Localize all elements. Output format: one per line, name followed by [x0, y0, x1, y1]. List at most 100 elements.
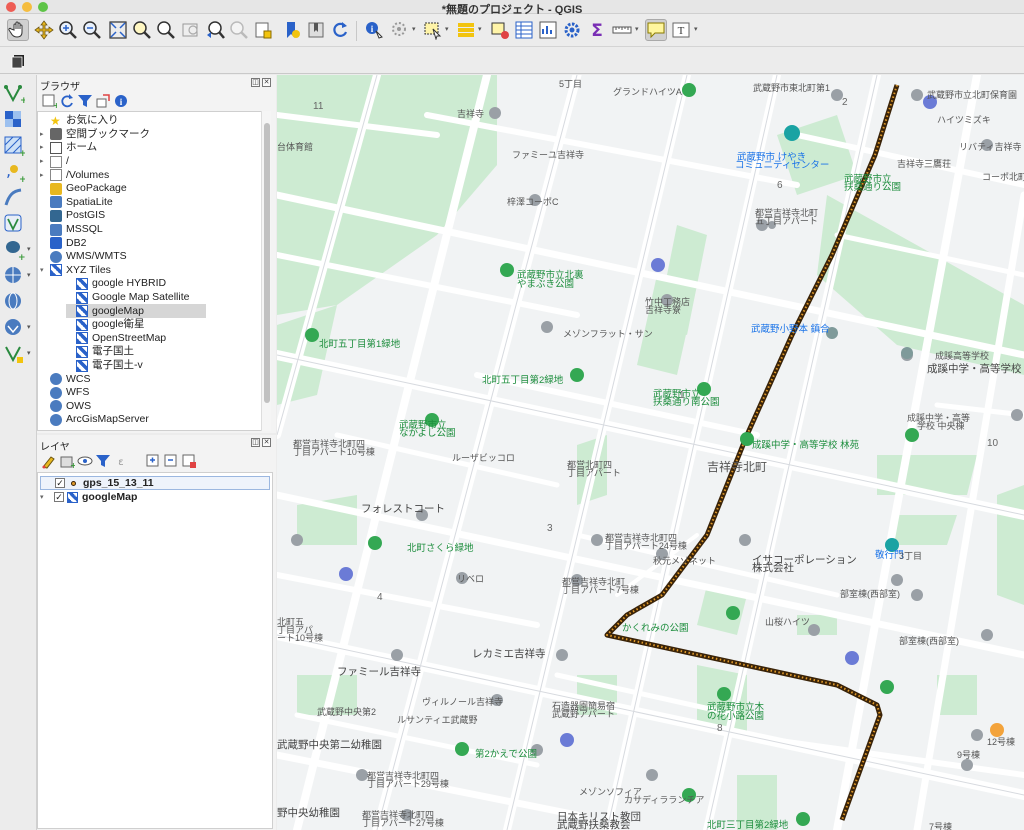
- browser-item[interactable]: ▸ /: [40, 155, 69, 169]
- browser-item[interactable]: OpenStreetMap: [66, 332, 166, 346]
- manage-visibility-icon[interactable]: [77, 453, 93, 469]
- refresh-icon[interactable]: [59, 93, 75, 109]
- browser-scrollbar[interactable]: [261, 111, 271, 431]
- map-tips-icon[interactable]: [645, 19, 667, 41]
- expand-arrow-icon[interactable]: ▸: [40, 141, 50, 154]
- browser-item-label: お気に入り: [66, 114, 119, 127]
- expand-arrow-icon[interactable]: ▸: [40, 128, 50, 141]
- browser-item[interactable]: Google Map Satellite: [66, 291, 189, 305]
- browser-item[interactable]: MSSQL: [40, 223, 103, 237]
- browser-item[interactable]: WFS: [40, 386, 89, 400]
- browser-item[interactable]: OWS: [40, 400, 91, 414]
- add-wcs-icon[interactable]: [3, 317, 25, 339]
- map-label: 部室棟(西部室): [899, 636, 959, 646]
- pan-to-selection-icon[interactable]: [33, 19, 55, 41]
- browser-item[interactable]: GeoPackage: [40, 182, 127, 196]
- expand-arrow-icon[interactable]: ▾: [40, 493, 52, 501]
- measure-icon[interactable]: [611, 19, 633, 41]
- select-features-icon[interactable]: [422, 19, 444, 41]
- browser-item-label: OWS: [66, 399, 92, 412]
- attribute-select-icon[interactable]: [455, 19, 477, 41]
- processing-gear-icon[interactable]: [561, 19, 583, 41]
- refresh-icon[interactable]: [329, 19, 351, 41]
- collapse-all-icon[interactable]: [163, 453, 179, 469]
- layer-item[interactable]: ✓ gps_15_13_11: [40, 476, 270, 490]
- add-selected-layers-icon[interactable]: +: [41, 93, 60, 110]
- add-wfs-icon[interactable]: [3, 291, 25, 313]
- browser-item[interactable]: google HYBRID: [66, 277, 166, 291]
- map-label: 五丁目アパート: [755, 216, 818, 226]
- browser-item[interactable]: 電子国土-v: [66, 359, 143, 373]
- close-panel-button[interactable]: ✕: [262, 78, 271, 87]
- layer-visibility-checkbox[interactable]: ✓: [54, 492, 64, 502]
- float-panel-button[interactable]: ◫: [251, 438, 260, 447]
- zoom-to-selection-icon[interactable]: [131, 19, 153, 41]
- map-label: 吉祥寺: [457, 109, 485, 119]
- zoom-to-layer-icon[interactable]: [155, 19, 177, 41]
- new-shapefile-icon[interactable]: [3, 343, 25, 365]
- zoom-next-icon[interactable]: [228, 19, 250, 41]
- show-bookmarks-icon[interactable]: [281, 19, 303, 41]
- text-annotation-icon[interactable]: T: [670, 19, 692, 41]
- browser-item[interactable]: ArcGisMapServer: [40, 413, 149, 427]
- add-delimited-text-icon[interactable]: , +: [3, 161, 27, 185]
- filter-expression-icon[interactable]: ε: [113, 453, 129, 469]
- browser-item[interactable]: ▸ /Volumes: [40, 168, 109, 182]
- zoom-native-icon[interactable]: [180, 19, 202, 41]
- bookmark-manager-icon[interactable]: [305, 19, 327, 41]
- add-spatialite-icon[interactable]: [3, 213, 25, 235]
- add-vector-layer-icon[interactable]: +: [3, 83, 28, 106]
- browser-item[interactable]: DB2: [40, 236, 86, 250]
- field-calculator-icon[interactable]: [537, 19, 559, 41]
- layer-visibility-checkbox[interactable]: ✓: [55, 478, 65, 488]
- expand-arrow-icon[interactable]: ▸: [40, 155, 50, 168]
- map-label: ヴィルノール吉祥寺: [422, 697, 504, 707]
- deselect-icon[interactable]: [489, 19, 511, 41]
- actions-icon[interactable]: [389, 19, 411, 41]
- browser-item[interactable]: ★ お気に入り: [40, 114, 119, 128]
- add-mesh-layer-icon[interactable]: +: [3, 135, 27, 159]
- collapse-all-icon[interactable]: [95, 93, 111, 109]
- remove-layer-icon[interactable]: [181, 453, 197, 469]
- browser-item[interactable]: PostGIS: [40, 209, 105, 223]
- close-panel-button[interactable]: ✕: [262, 438, 271, 447]
- zoom-full-icon[interactable]: [107, 19, 129, 41]
- statistics-sigma-icon[interactable]: Σ: [586, 19, 608, 41]
- browser-item[interactable]: ▾ XYZ Tiles: [40, 264, 111, 278]
- add-postgis-icon[interactable]: +: [3, 239, 26, 263]
- svg-text:+: +: [70, 461, 75, 469]
- new-bookmark-icon[interactable]: [252, 19, 274, 41]
- style-manager-icon[interactable]: [8, 50, 30, 72]
- expand-arrow-icon[interactable]: ▾: [40, 264, 50, 277]
- browser-item[interactable]: 電子国土: [66, 345, 134, 359]
- browser-item[interactable]: WMS/WMTS: [40, 250, 127, 264]
- zoom-out-icon[interactable]: [81, 19, 103, 41]
- filter-icon[interactable]: [77, 93, 93, 109]
- map-label: 丁目アパート29号棟: [367, 779, 449, 789]
- zoom-last-icon[interactable]: [204, 19, 226, 41]
- browser-item[interactable]: googleMap: [66, 304, 206, 318]
- attribute-table-icon[interactable]: [513, 19, 535, 41]
- add-raster-layer-icon[interactable]: [3, 109, 25, 131]
- browser-item-label: WMS/WMTS: [66, 250, 127, 263]
- zoom-in-icon[interactable]: [57, 19, 79, 41]
- add-wms-icon[interactable]: [3, 265, 25, 287]
- filter-legend-icon[interactable]: [95, 453, 111, 469]
- add-geopackage-icon[interactable]: [3, 187, 25, 209]
- float-panel-button[interactable]: ◫: [251, 78, 260, 87]
- properties-info-icon[interactable]: i: [113, 93, 129, 109]
- styling-panel-icon[interactable]: [41, 453, 57, 469]
- browser-item-label: 空間ブックマーク: [66, 127, 150, 140]
- pan-hand-icon[interactable]: [7, 19, 29, 41]
- layer-item[interactable]: ▾ ✓ googleMap: [40, 490, 270, 504]
- add-group-icon[interactable]: +: [59, 453, 77, 470]
- browser-item[interactable]: ▸ ホーム: [40, 141, 97, 155]
- browser-item[interactable]: SpatiaLite: [40, 196, 113, 210]
- expand-arrow-icon[interactable]: ▸: [40, 169, 50, 182]
- browser-item[interactable]: ▸ 空間ブックマーク: [40, 128, 150, 142]
- expand-all-icon[interactable]: [145, 453, 161, 469]
- browser-item[interactable]: WCS: [40, 372, 91, 386]
- identify-icon[interactable]: i: [363, 19, 385, 41]
- browser-item[interactable]: google衛星: [66, 318, 145, 332]
- map-canvas[interactable]: 11 台体育館 吉祥寺 グランドハイツA 5丁目 武蔵野市東北町第1 2 武蔵野市立北町保育園…: [277, 75, 1024, 830]
